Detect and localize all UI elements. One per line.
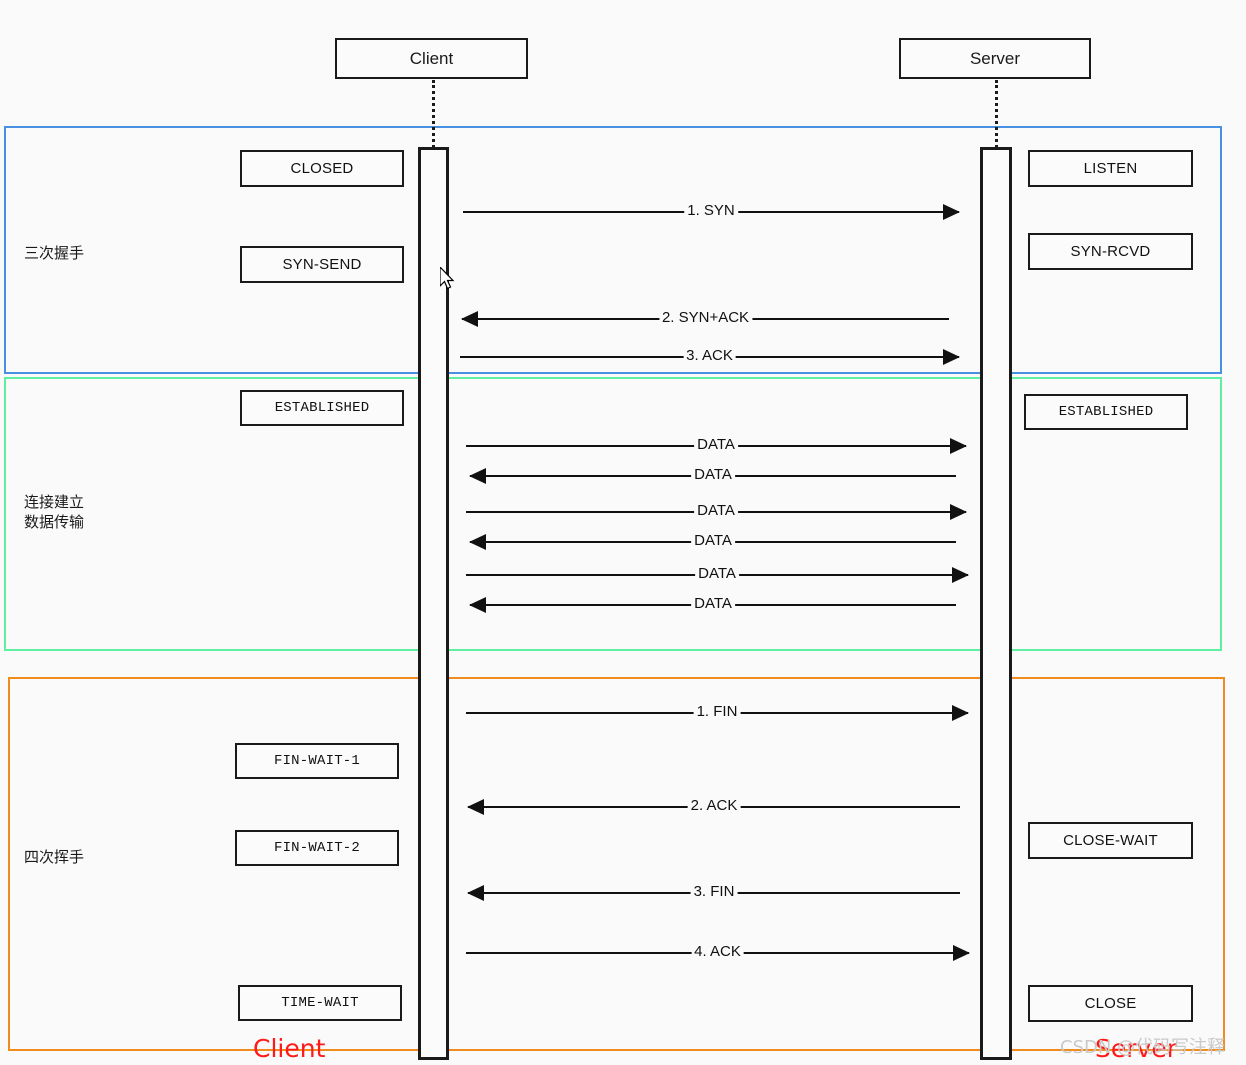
state-label: CLOSE-WAIT [1063, 832, 1158, 849]
actor-box-client[interactable]: Client [335, 38, 528, 79]
state-box-server-close[interactable]: CLOSE [1028, 985, 1193, 1022]
watermark-text: CSDN @代码写注释 [1060, 1037, 1226, 1058]
actor-box-server[interactable]: Server [899, 38, 1091, 79]
state-label: LISTEN [1083, 160, 1138, 177]
state-box-client-time-wait[interactable]: TIME-WAIT [238, 985, 402, 1021]
message-label: 1. FIN [693, 702, 741, 722]
arrow-head-right-icon [952, 567, 969, 583]
arrow-head-left-icon [461, 311, 478, 327]
actor-label-server: Server [969, 48, 1021, 68]
lifeline-client [432, 80, 435, 148]
arrow-head-left-icon [467, 885, 484, 901]
arrow-head-left-icon [467, 799, 484, 815]
arrow-head-right-icon [953, 945, 970, 961]
state-box-client-fin-wait-1[interactable]: FIN-WAIT-1 [235, 743, 399, 779]
message-label: 4. ACK [691, 942, 744, 962]
message-label: 3. FIN [690, 882, 738, 902]
state-box-client-fin-wait-2[interactable]: FIN-WAIT-2 [235, 830, 399, 866]
state-box-client-syn-send[interactable]: SYN-SEND [240, 246, 404, 283]
mouse-cursor-icon [439, 265, 456, 296]
actor-label-client: Client [409, 48, 454, 68]
section-label-handshake: 三次握手 [24, 244, 85, 262]
state-box-client-closed[interactable]: CLOSED [240, 150, 404, 187]
message-arrow-data-1[interactable]: DATA [466, 435, 967, 457]
message-arrow-syn-ack[interactable]: 2. SYN+ACK [461, 308, 949, 330]
message-label: 2. ACK [687, 796, 741, 816]
footer-label-client: Client [253, 1034, 326, 1063]
message-arrow-data-3[interactable]: DATA [466, 501, 967, 523]
message-arrow-ack-4[interactable]: 4. ACK [466, 942, 970, 964]
arrow-head-right-icon [952, 705, 969, 721]
message-arrow-data-5[interactable]: DATA [466, 564, 969, 586]
message-label: DATA [691, 465, 735, 485]
state-label: ESTABLISHED [1058, 404, 1154, 420]
arrow-head-left-icon [469, 468, 486, 484]
state-label: CLOSE [1084, 995, 1137, 1012]
message-label: DATA [694, 435, 738, 455]
arrow-head-left-icon [469, 534, 486, 550]
section-label-established: 连接建立 数据传输 [24, 493, 85, 531]
state-box-server-syn-rcvd[interactable]: SYN-RCVD [1028, 233, 1193, 270]
message-arrow-data-2[interactable]: DATA [469, 465, 956, 487]
arrow-head-right-icon [950, 438, 967, 454]
state-label: FIN-WAIT-1 [273, 753, 360, 769]
state-label: ESTABLISHED [274, 400, 370, 416]
state-label: SYN-RCVD [1070, 243, 1151, 260]
message-label: 2. SYN+ACK [658, 308, 753, 328]
state-box-server-established[interactable]: ESTABLISHED [1024, 394, 1188, 430]
activation-bar-server [980, 147, 1012, 1060]
state-label: SYN-SEND [282, 256, 362, 273]
message-label: DATA [691, 594, 735, 614]
message-label: DATA [695, 564, 739, 584]
arrow-head-right-icon [943, 204, 960, 220]
arrow-head-right-icon [950, 504, 967, 520]
message-arrow-data-4[interactable]: DATA [469, 531, 956, 553]
state-label: CLOSED [290, 160, 354, 177]
state-label: TIME-WAIT [281, 995, 359, 1011]
state-label: FIN-WAIT-2 [273, 840, 360, 856]
arrow-head-left-icon [469, 597, 486, 613]
state-box-server-close-wait[interactable]: CLOSE-WAIT [1028, 822, 1193, 859]
message-arrow-ack[interactable]: 3. ACK [460, 346, 960, 368]
message-label: 3. ACK [683, 346, 736, 366]
state-box-client-established[interactable]: ESTABLISHED [240, 390, 404, 426]
message-arrow-fin-1[interactable]: 1. FIN [466, 702, 969, 724]
state-box-server-listen[interactable]: LISTEN [1028, 150, 1193, 187]
message-label: 1. SYN [684, 201, 738, 221]
arrow-head-right-icon [943, 349, 960, 365]
message-label: DATA [694, 501, 738, 521]
lifeline-server [995, 80, 998, 148]
tcp-sequence-diagram: 三次握手 连接建立 数据传输 四次挥手 Client Server CLOSED… [0, 0, 1246, 1065]
section-label-teardown: 四次挥手 [24, 848, 85, 866]
message-label: DATA [691, 531, 735, 551]
message-arrow-data-6[interactable]: DATA [469, 594, 956, 616]
message-arrow-ack-2[interactable]: 2. ACK [467, 796, 960, 818]
message-arrow-syn[interactable]: 1. SYN [463, 201, 960, 223]
message-arrow-fin-3[interactable]: 3. FIN [467, 882, 960, 904]
